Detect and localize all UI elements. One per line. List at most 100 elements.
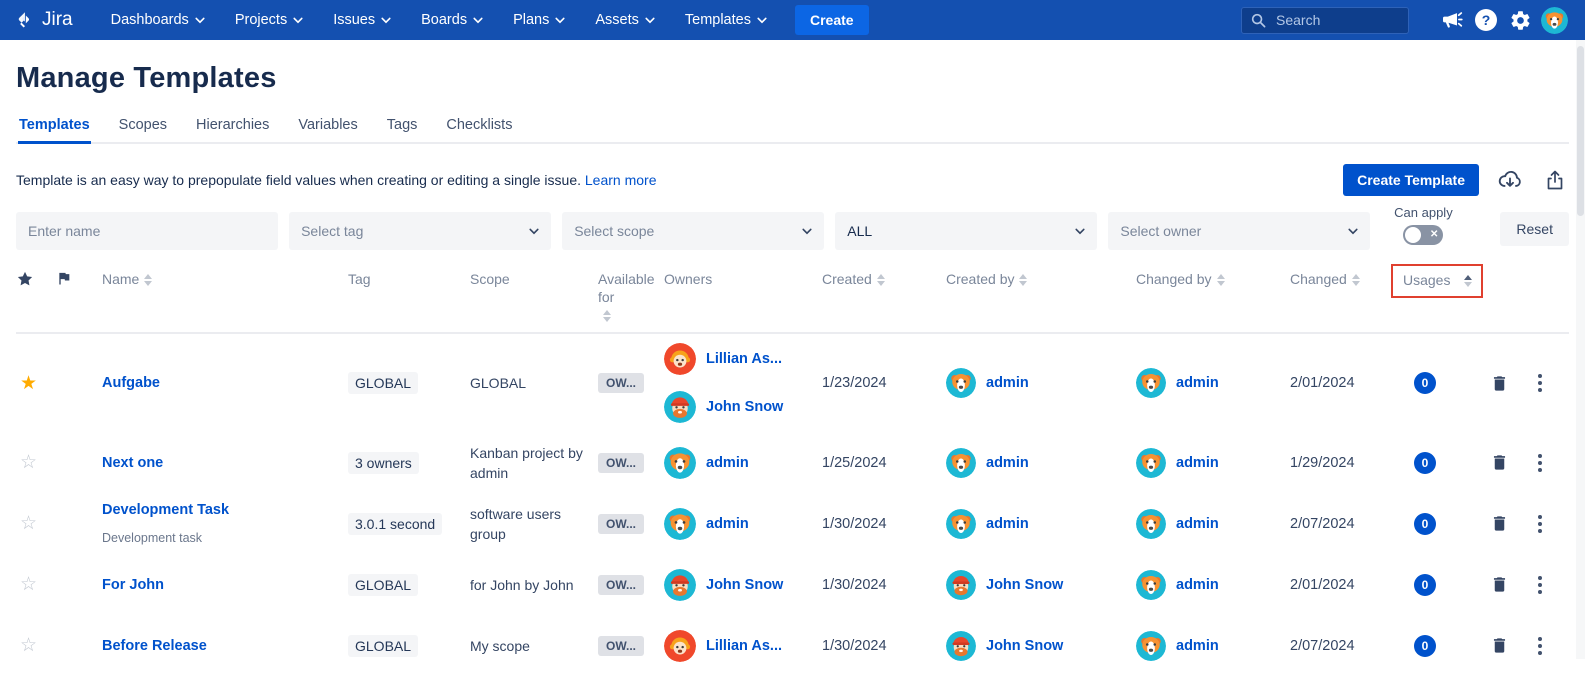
kebab-menu-icon[interactable] (1532, 572, 1566, 598)
template-name-link[interactable]: Next one (102, 455, 348, 471)
reset-button[interactable]: Reset (1500, 212, 1569, 246)
column-header-tag[interactable]: Tag (348, 270, 470, 288)
favorite-star-toggle[interactable]: ☆ (16, 634, 56, 657)
changed-by-link[interactable]: admin (1176, 577, 1219, 593)
changed-by-link[interactable]: admin (1176, 375, 1219, 391)
sort-icon-ascending[interactable] (1464, 275, 1472, 287)
favorite-star-toggle[interactable]: ★ (16, 372, 56, 395)
delete-button[interactable] (1486, 370, 1532, 397)
template-name-link[interactable]: Aufgabe (102, 375, 348, 391)
column-header-created[interactable]: Created (822, 270, 930, 288)
column-header-scope[interactable]: Scope (470, 270, 598, 288)
favorite-column-header[interactable] (16, 270, 56, 288)
help-button[interactable]: ? (1469, 3, 1503, 37)
template-name-link[interactable]: Before Release (102, 638, 348, 654)
search-input[interactable] (1274, 11, 1394, 29)
nav-item-issues[interactable]: Issues (333, 12, 391, 28)
kebab-menu-icon[interactable] (1532, 450, 1566, 476)
tab-checklists[interactable]: Checklists (445, 111, 513, 142)
favorite-star-toggle[interactable]: ☆ (16, 512, 56, 535)
search-box[interactable] (1241, 7, 1409, 34)
delete-button[interactable] (1486, 449, 1532, 476)
jira-logo[interactable]: Jira (14, 9, 73, 31)
usages-badge[interactable]: 0 (1414, 635, 1436, 657)
available-for-chip[interactable]: OW... (598, 575, 644, 595)
sort-icon[interactable] (1217, 274, 1225, 286)
available-for-chip[interactable]: OW... (598, 514, 644, 534)
nav-item-templates[interactable]: Templates (685, 12, 767, 28)
available-for-chip[interactable]: OW... (598, 636, 644, 656)
column-header-name[interactable]: Name (102, 270, 348, 288)
can-apply-toggle[interactable]: ✕ (1403, 225, 1443, 245)
nav-item-plans[interactable]: Plans (513, 12, 565, 28)
tab-variables[interactable]: Variables (297, 111, 358, 142)
scrollbar[interactable] (1576, 40, 1585, 659)
nav-item-projects[interactable]: Projects (235, 12, 303, 28)
changed-by-link[interactable]: admin (1176, 638, 1219, 654)
created-by-link[interactable]: admin (986, 455, 1029, 471)
kebab-menu-icon[interactable] (1532, 633, 1566, 659)
sort-icon[interactable] (144, 274, 152, 286)
filter-tag-select[interactable]: Select tag (289, 212, 551, 250)
megaphone-button[interactable] (1435, 3, 1469, 37)
filter-project-select[interactable]: ALL (835, 212, 1097, 250)
flag-column-header[interactable] (56, 270, 102, 287)
template-name-link[interactable]: For John (102, 577, 348, 593)
changed-by-link[interactable]: admin (1176, 455, 1219, 471)
available-for-chip[interactable]: OW... (598, 453, 644, 473)
tag-chip: 3 owners (348, 452, 419, 474)
created-by-link[interactable]: admin (986, 516, 1029, 532)
filter-name-input[interactable] (16, 212, 278, 250)
usages-badge[interactable]: 0 (1414, 372, 1436, 394)
settings-button[interactable] (1503, 3, 1537, 37)
learn-more-link[interactable]: Learn more (585, 172, 657, 188)
usages-badge[interactable]: 0 (1414, 452, 1436, 474)
column-header-owners[interactable]: Owners (664, 270, 822, 288)
owner-link[interactable]: John Snow (706, 577, 783, 593)
created-by-link[interactable]: John Snow (986, 638, 1063, 654)
owner-link[interactable]: Lillian As... (706, 351, 782, 367)
tab-tags[interactable]: Tags (386, 111, 419, 142)
tab-templates[interactable]: Templates (18, 111, 91, 142)
usages-badge[interactable]: 0 (1414, 574, 1436, 596)
import-button[interactable] (1495, 165, 1525, 195)
kebab-menu-icon[interactable] (1532, 370, 1566, 396)
owner-link[interactable]: admin (706, 516, 749, 532)
created-by-link[interactable]: admin (986, 375, 1029, 391)
column-header-usages[interactable]: Usages (1402, 270, 1486, 298)
export-button[interactable] (1541, 166, 1569, 194)
kebab-menu-icon[interactable] (1532, 511, 1566, 537)
filter-owner-select[interactable]: Select owner (1108, 212, 1370, 250)
user-avatar-button[interactable] (1537, 3, 1571, 37)
changed-by-link[interactable]: admin (1176, 516, 1219, 532)
nav-item-boards[interactable]: Boards (421, 12, 483, 28)
sort-icon[interactable] (1352, 274, 1360, 286)
available-for-chip[interactable]: OW... (598, 373, 644, 393)
tab-hierarchies[interactable]: Hierarchies (195, 111, 270, 142)
column-header-changed-by[interactable]: Changed by (1120, 270, 1290, 288)
delete-button[interactable] (1486, 571, 1532, 598)
filter-scope-select[interactable]: Select scope (562, 212, 824, 250)
owner-link[interactable]: John Snow (706, 399, 783, 415)
nav-item-dashboards[interactable]: Dashboards (111, 12, 205, 28)
column-header-available-for[interactable]: Available for (598, 270, 664, 322)
sort-icon[interactable] (877, 274, 885, 286)
owner-link[interactable]: admin (706, 455, 749, 471)
tab-scopes[interactable]: Scopes (118, 111, 168, 142)
sort-icon[interactable] (1019, 274, 1027, 286)
favorite-star-toggle[interactable]: ☆ (16, 451, 56, 474)
created-by-link[interactable]: John Snow (986, 577, 1063, 593)
column-header-created-by[interactable]: Created by (930, 270, 1120, 288)
delete-button[interactable] (1486, 632, 1532, 659)
sort-icon[interactable] (603, 310, 611, 322)
create-template-button[interactable]: Create Template (1343, 164, 1479, 196)
delete-button[interactable] (1486, 510, 1532, 537)
create-button[interactable]: Create (795, 5, 869, 35)
scrollbar-thumb[interactable] (1577, 46, 1584, 216)
column-header-changed[interactable]: Changed (1290, 270, 1402, 288)
nav-item-assets[interactable]: Assets (595, 12, 655, 28)
template-name-link[interactable]: Development Task (102, 502, 348, 518)
favorite-star-toggle[interactable]: ☆ (16, 573, 56, 596)
owner-link[interactable]: Lillian As... (706, 638, 782, 654)
usages-badge[interactable]: 0 (1414, 513, 1436, 535)
